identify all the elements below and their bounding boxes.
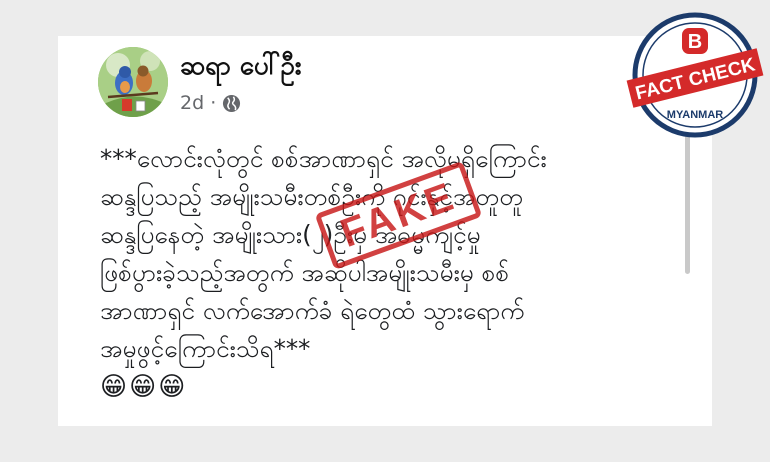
bird-avatar-image bbox=[98, 47, 168, 117]
author-name[interactable]: ဆရာ ပေါ်ဦး bbox=[180, 48, 302, 87]
facebook-post-card: ဆရာ ပေါ်ဦး 2d · ***လောင်းလုံတွင် စစ်အာဏာ… bbox=[58, 36, 712, 426]
post-line: အာဏာရှင် လက်အောက်ခံ ရဲတွေထံ သွားရောက် bbox=[100, 296, 525, 325]
post-body: ***လောင်းလုံတွင် စစ်အာဏာရှင် အလိုမရှိကြေ… bbox=[100, 140, 680, 406]
post-line: ဖြစ်ပွားခဲ့သည့်အတွက် အဆိုပါအမျိုးသမီးမှ … bbox=[100, 258, 510, 287]
post-meta: 2d · bbox=[180, 92, 241, 114]
post-line: ***လောင်းလုံတွင် စစ်အာဏာရှင် အလိုမရှိကြေ… bbox=[100, 144, 547, 173]
badge-letter: B bbox=[688, 31, 702, 53]
emoji-row: 😁😁😁 bbox=[100, 372, 188, 402]
badge-country-text: MYANMAR bbox=[667, 109, 723, 121]
globe-icon bbox=[222, 94, 241, 113]
fact-check-badge: B FACT CHECK MYANMAR bbox=[626, 6, 764, 144]
post-line: အမှုဖွင့်ကြောင်းသိရ*** bbox=[100, 334, 311, 363]
author-avatar[interactable] bbox=[98, 47, 168, 117]
post-time[interactable]: 2d · bbox=[180, 92, 216, 114]
